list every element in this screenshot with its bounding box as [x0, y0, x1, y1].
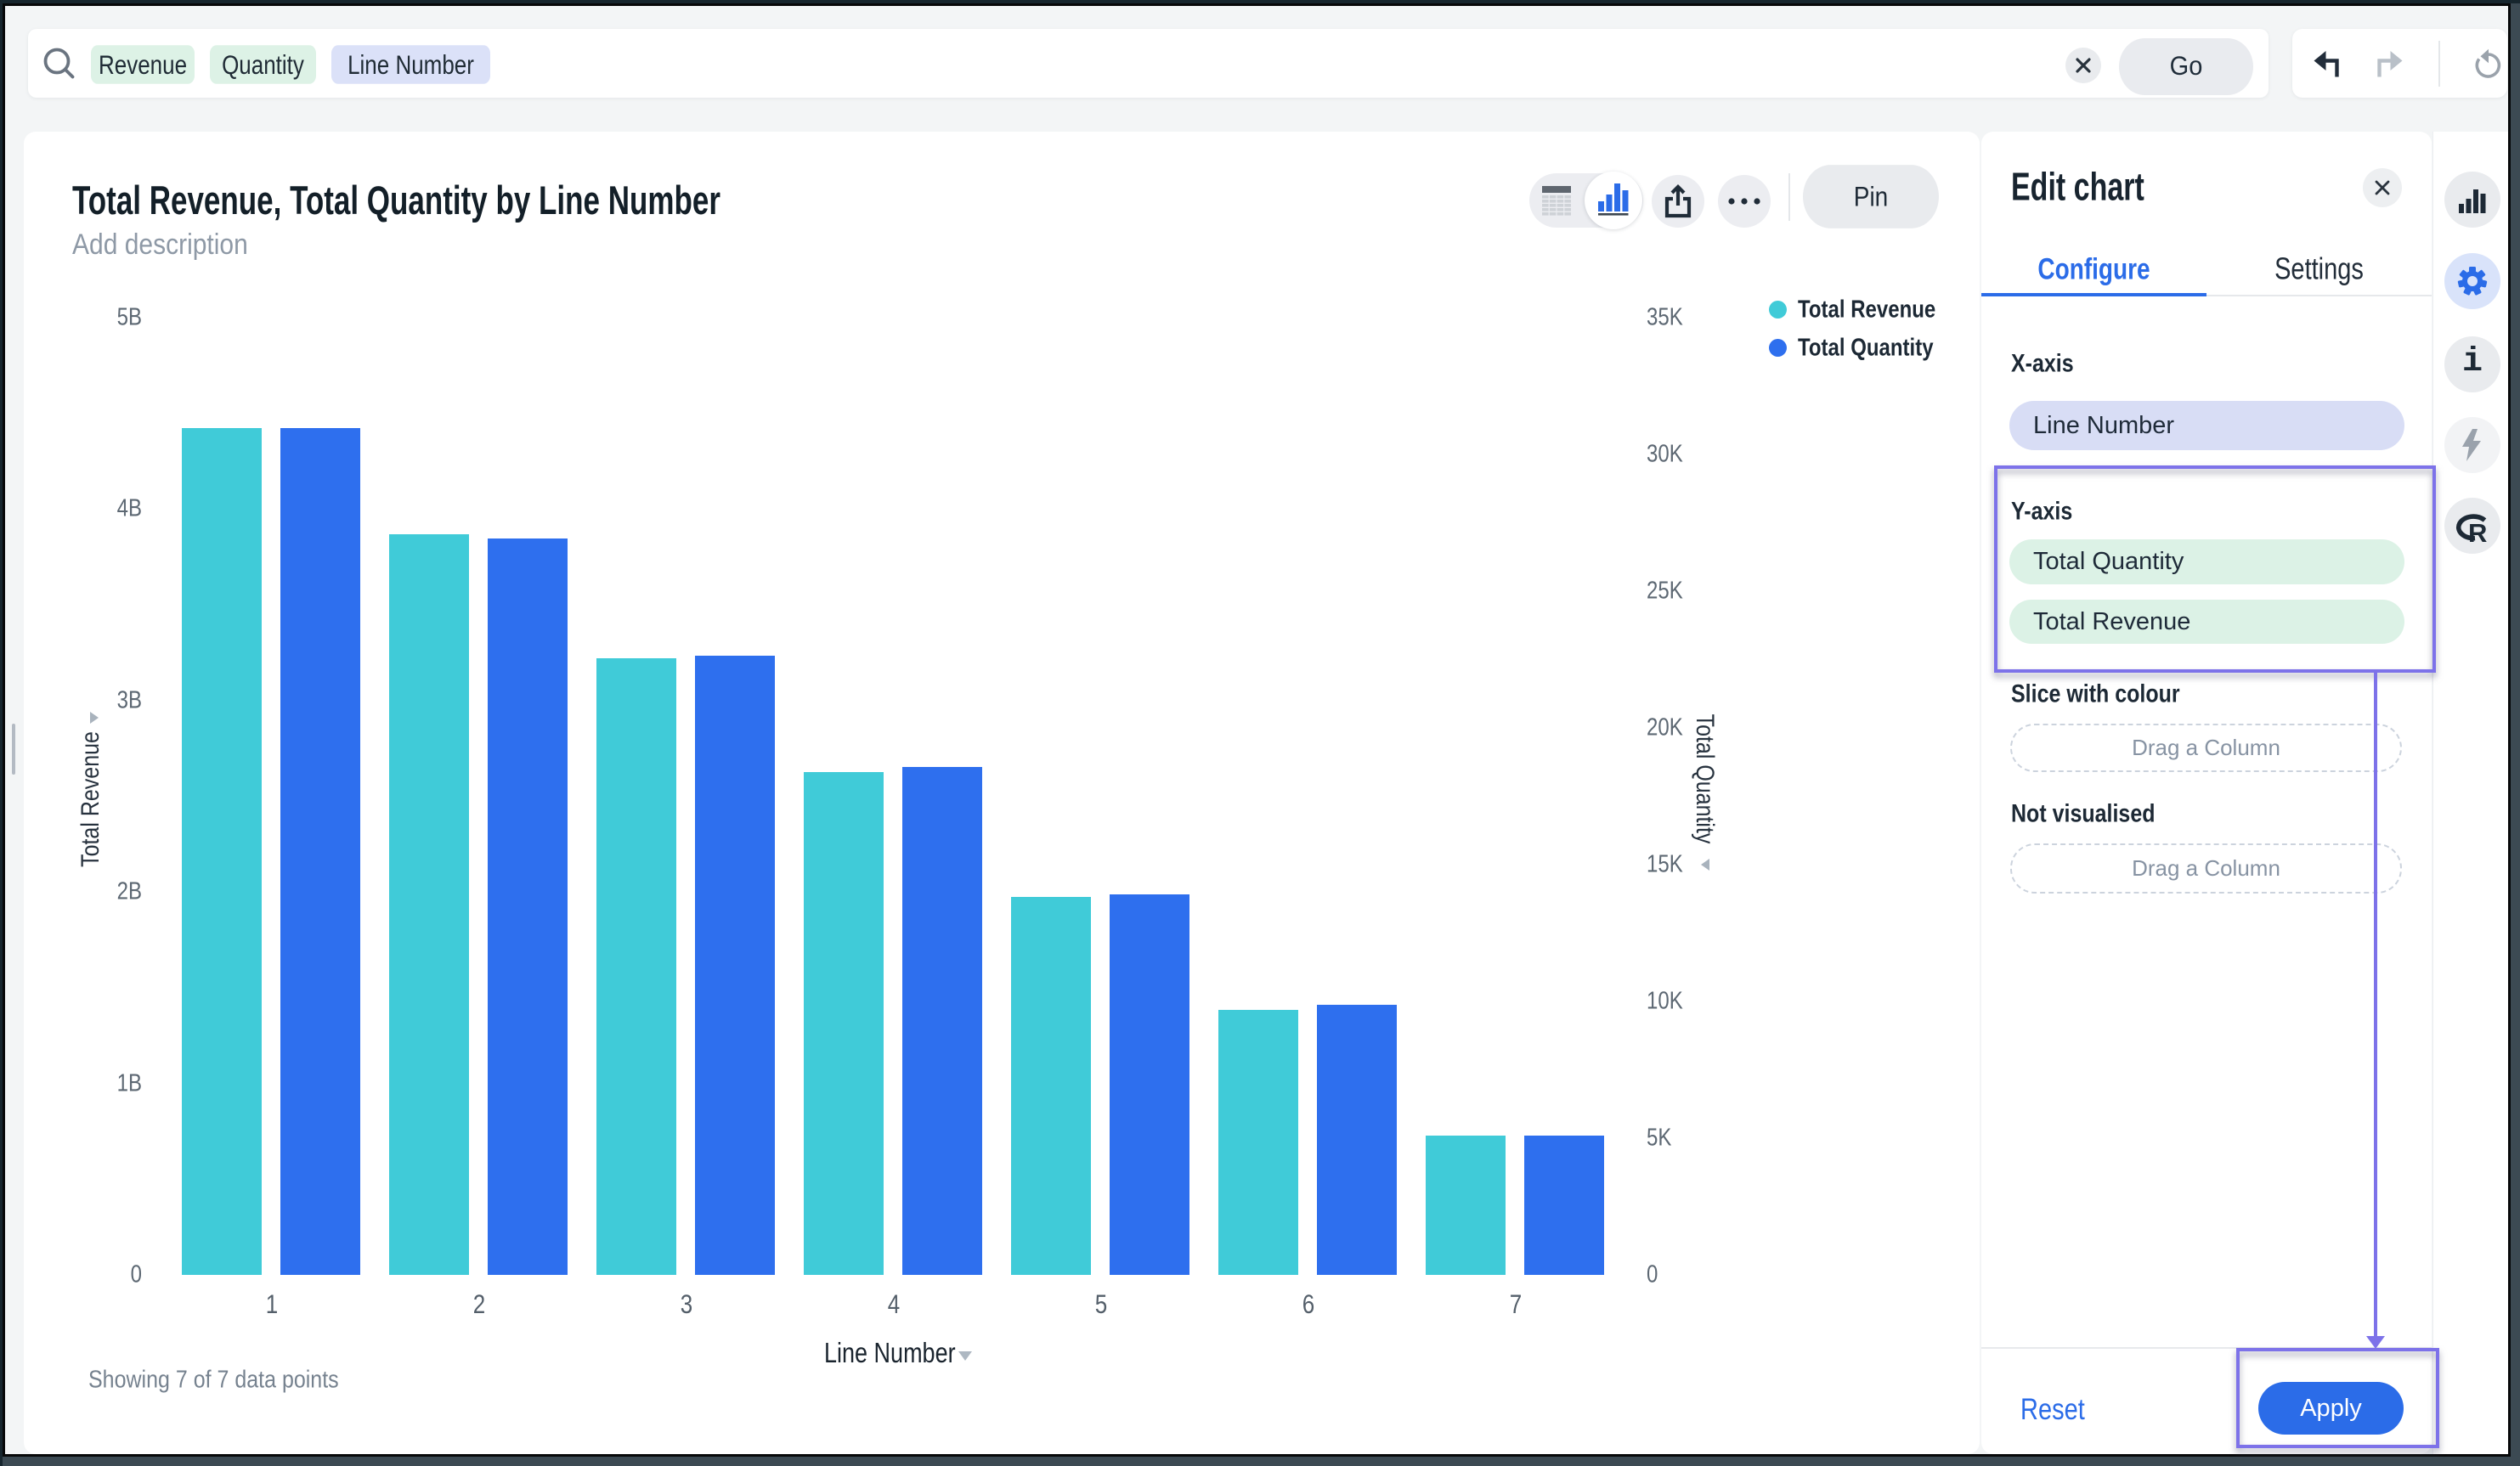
svg-text:R: R — [2468, 518, 2487, 544]
